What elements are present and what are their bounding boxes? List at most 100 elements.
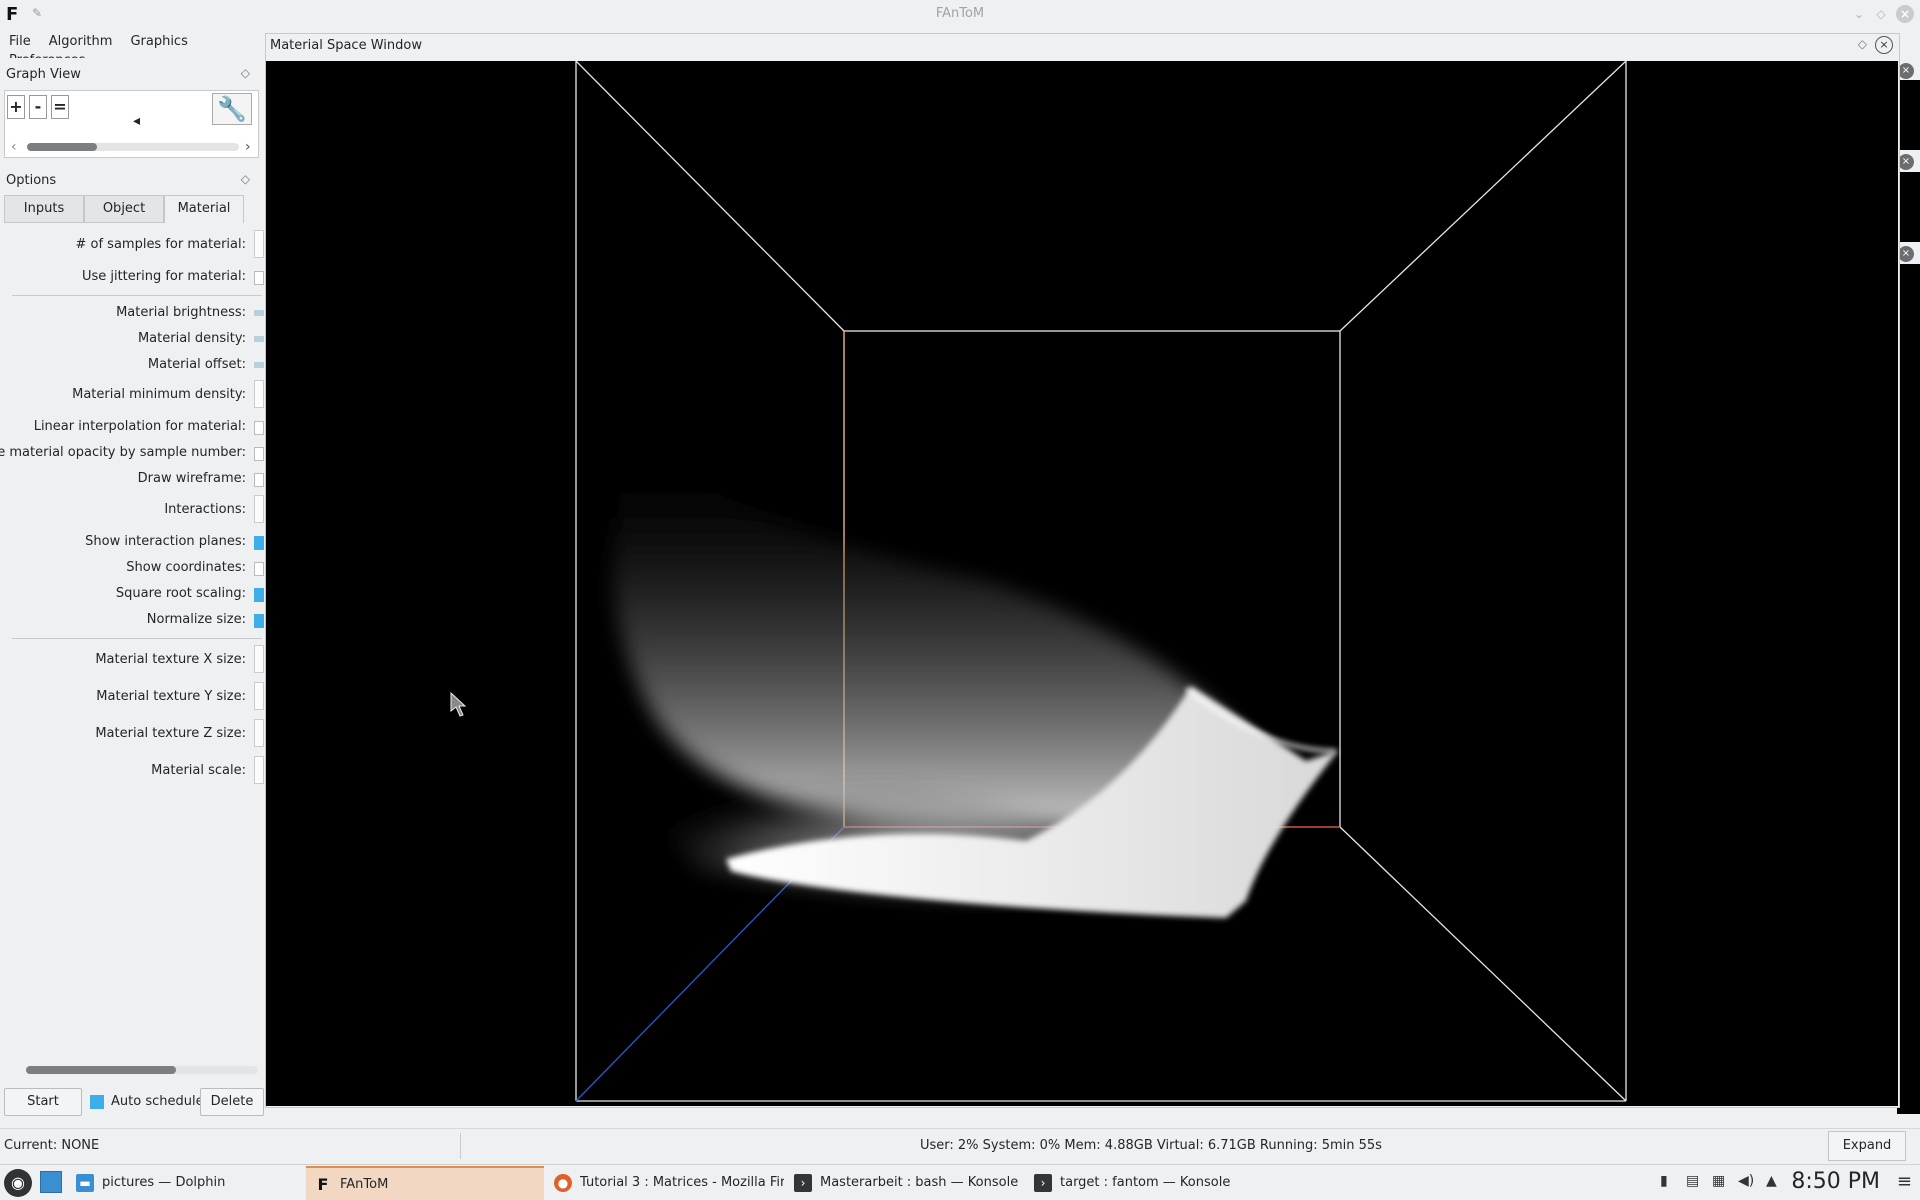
show-interaction-planes-checkbox[interactable] (254, 536, 264, 550)
task-dolphin[interactable]: ▬ pictures — Dolphin (68, 1166, 304, 1200)
clock[interactable]: 8:50 PM (1791, 1169, 1880, 1194)
tab-material[interactable]: Material (164, 195, 244, 223)
option-label: Linear interpolation for material: (33, 419, 246, 434)
right-dock-preview (1897, 264, 1920, 1114)
task-label: Masterarbeit : bash — Konsole (820, 1175, 1019, 1190)
normalize-size-checkbox[interactable] (254, 614, 264, 628)
separator (12, 638, 262, 639)
zoom-reset-button[interactable]: = (51, 95, 69, 119)
texture-x-spinbox[interactable] (254, 645, 264, 673)
min-density-spinbox[interactable] (254, 380, 264, 408)
zoom-out-button[interactable]: - (29, 95, 47, 119)
option-label: Scale material opacity by sample number: (0, 445, 246, 460)
task-firefox[interactable]: ● Tutorial 3 : Matrices - Mozilla Firef.… (546, 1166, 784, 1200)
options-scrollbar[interactable] (26, 1066, 258, 1074)
scroll-left-icon[interactable]: ‹ (11, 139, 17, 155)
separator (12, 295, 262, 296)
density-slider[interactable] (254, 336, 264, 342)
minimize-icon[interactable]: ⌄ (1850, 5, 1868, 23)
graph-view-scrollbar[interactable] (27, 143, 239, 151)
expand-button[interactable]: Expand (1828, 1131, 1906, 1161)
usb-icon[interactable]: ▮ (1660, 1173, 1668, 1189)
clipboard-icon[interactable]: ▤ (1686, 1173, 1699, 1189)
start-button[interactable]: Start (4, 1088, 82, 1116)
close-window-button[interactable]: × (1896, 5, 1914, 23)
task-konsole-fantom[interactable]: › target : fantom — Konsole (1026, 1166, 1264, 1200)
show-desktop-icon[interactable] (40, 1171, 62, 1193)
status-divider (460, 1133, 461, 1159)
task-label: pictures — Dolphin (102, 1175, 226, 1190)
option-label: Show coordinates: (126, 560, 246, 575)
option-label: Material texture X size: (95, 652, 246, 667)
float-dock-icon[interactable]: ◇ (241, 66, 250, 80)
material-options-list: # of samples for material: Use jittering… (0, 224, 264, 1074)
options-title: Options (6, 173, 57, 188)
auto-schedule-label: Auto schedule (111, 1094, 204, 1109)
delete-button[interactable]: Delete (200, 1088, 264, 1116)
option-label: Material minimum density: (72, 387, 246, 402)
option-label: Material texture Y size: (96, 689, 246, 704)
option-label: Material brightness: (116, 305, 246, 320)
scroll-right-icon[interactable]: › (245, 139, 251, 155)
float-window-icon[interactable]: ◇ (1858, 37, 1867, 51)
close-material-window-button[interactable]: × (1875, 36, 1893, 54)
scale-opacity-checkbox[interactable] (254, 447, 264, 461)
menu-file[interactable]: File (0, 30, 40, 49)
task-label: FAnToM (340, 1177, 389, 1192)
scrollbar-thumb[interactable] (26, 1066, 176, 1074)
brightness-slider[interactable] (254, 310, 264, 316)
zoom-in-button[interactable]: + (7, 95, 25, 119)
option-label: Interactions: (164, 502, 246, 517)
texture-z-spinbox[interactable] (254, 719, 264, 747)
texture-y-spinbox[interactable] (254, 682, 264, 710)
notes-icon[interactable]: ▦ (1712, 1173, 1725, 1189)
show-coordinates-checkbox[interactable] (254, 562, 264, 576)
close-dock-icon[interactable]: × (1898, 63, 1914, 79)
wrench-icon[interactable]: 🔧 (212, 93, 252, 125)
volume-icon[interactable]: ◀) (1738, 1173, 1754, 1189)
option-label: # of samples for material: (75, 237, 246, 252)
app-launcher-icon[interactable]: ◉ (4, 1169, 32, 1197)
option-label: Use jittering for material: (81, 269, 246, 284)
linear-interpolation-checkbox[interactable] (254, 421, 264, 435)
close-dock-icon[interactable]: × (1898, 154, 1914, 170)
tray-expand-icon[interactable]: ▲ (1766, 1173, 1777, 1189)
firefox-icon: ● (554, 1174, 572, 1192)
draw-wireframe-checkbox[interactable] (254, 473, 264, 487)
auto-schedule-checkbox[interactable] (90, 1095, 104, 1109)
option-label: Square root scaling: (115, 586, 246, 601)
jittering-checkbox[interactable] (254, 271, 264, 285)
graph-view-canvas[interactable]: + - = ◂ 🔧 ‹ › (4, 90, 259, 158)
options-tabs: Inputs Object Material (4, 195, 264, 223)
float-dock-icon[interactable]: ◇ (241, 172, 250, 186)
3d-viewport[interactable] (266, 61, 1898, 1106)
option-label: Normalize size: (146, 612, 246, 627)
window-title: FAnToM (935, 6, 985, 21)
menu-graphics[interactable]: Graphics (121, 30, 196, 49)
menu-algorithm[interactable]: Algorithm (40, 30, 122, 49)
schedule-controls: Start Auto schedule Delete (0, 1088, 265, 1116)
task-konsole-bash[interactable]: › Masterarbeit : bash — Konsole (786, 1166, 1024, 1200)
material-scale-spinbox[interactable] (254, 756, 264, 784)
fantom-icon: F (317, 1175, 329, 1194)
tab-inputs[interactable]: Inputs (4, 195, 84, 223)
panel-menu-icon[interactable]: ≡ (1897, 1171, 1912, 1192)
terminal-icon: › (794, 1174, 812, 1192)
graph-view-title: Graph View (6, 67, 81, 82)
cursor-icon: ◂ (133, 113, 141, 129)
option-label: Material offset: (147, 357, 246, 372)
scrollbar-thumb[interactable] (27, 143, 97, 151)
square-root-scaling-checkbox[interactable] (254, 588, 264, 602)
samples-spinbox[interactable] (254, 230, 264, 258)
task-fantom[interactable]: F FAnToM (306, 1166, 544, 1200)
close-dock-icon[interactable]: × (1898, 246, 1914, 262)
menubar: FileAlgorithmGraphicsPreferences (0, 30, 270, 68)
offset-slider[interactable] (254, 362, 264, 368)
maximize-icon[interactable]: ◇ (1872, 5, 1890, 23)
task-label: Tutorial 3 : Matrices - Mozilla Firef... (580, 1175, 784, 1190)
tab-object[interactable]: Object (84, 195, 164, 223)
interactions-combobox[interactable] (254, 495, 264, 523)
status-bar: Current: NONE User: 2% System: 0% Mem: 4… (0, 1128, 1920, 1162)
option-label: Material scale: (151, 763, 246, 778)
main-titlebar: F ✎ FAnToM ⌄ ◇ × (0, 0, 1920, 30)
